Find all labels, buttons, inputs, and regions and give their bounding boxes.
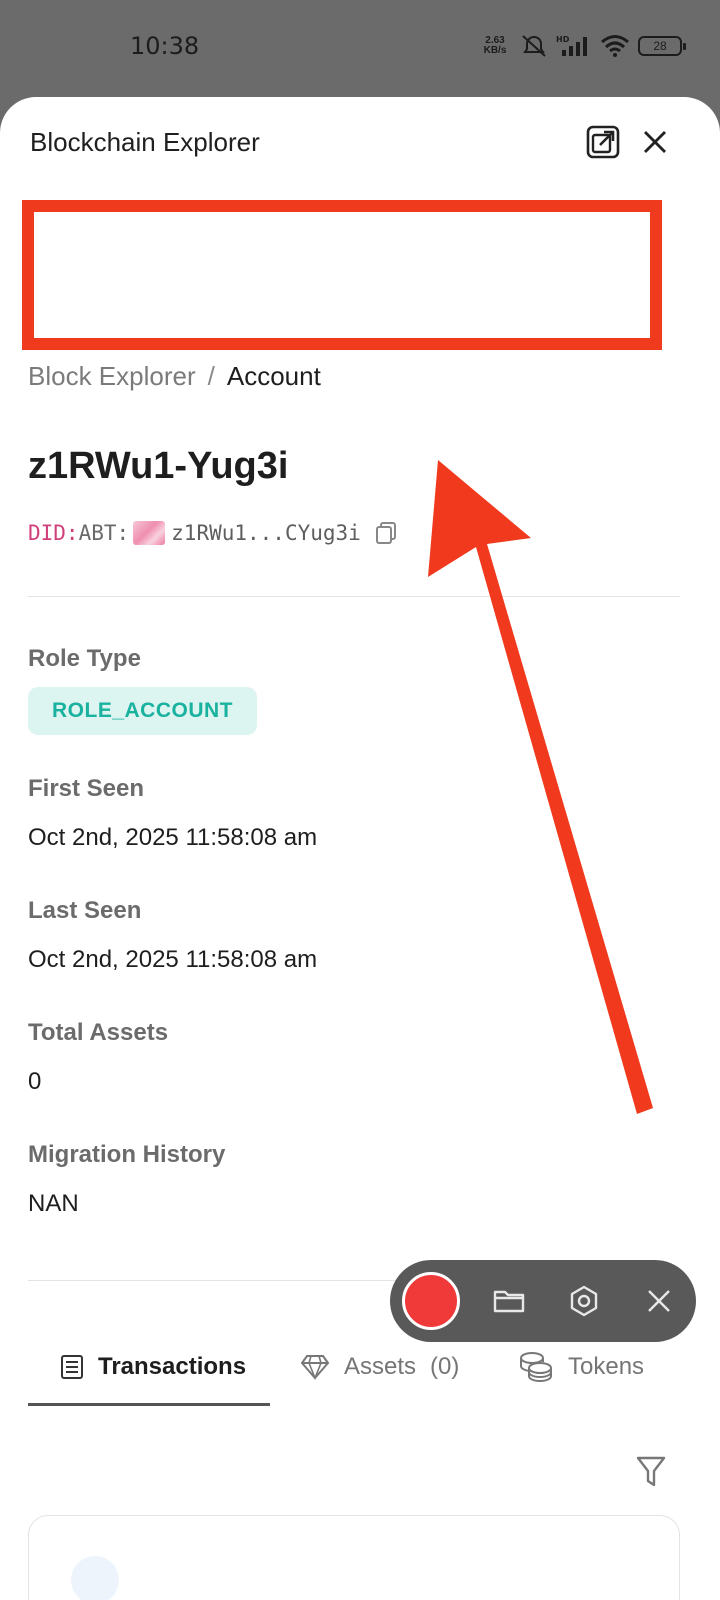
status-time: 10:38 bbox=[130, 32, 200, 60]
did-method: ABT: bbox=[78, 521, 130, 545]
settings-icon[interactable] bbox=[567, 1284, 601, 1318]
hd-signal-icon: HD bbox=[556, 35, 587, 56]
list-icon bbox=[61, 1355, 83, 1379]
copy-icon[interactable] bbox=[375, 521, 397, 545]
close-icon[interactable] bbox=[640, 127, 670, 157]
migration-history-value: NAN bbox=[28, 1190, 79, 1217]
breadcrumb-separator: / bbox=[207, 361, 215, 391]
transaction-card[interactable] bbox=[28, 1515, 680, 1600]
tab-assets-label: Assets bbox=[344, 1353, 417, 1380]
divider bbox=[28, 596, 680, 597]
coins-icon bbox=[520, 1352, 552, 1383]
filter-icon[interactable] bbox=[636, 1455, 666, 1489]
battery-icon: 28 bbox=[638, 36, 686, 56]
did-prefix: DID: bbox=[28, 521, 79, 545]
folder-icon[interactable] bbox=[492, 1284, 526, 1318]
tab-active-indicator bbox=[28, 1403, 270, 1406]
tab-tokens-label: Tokens bbox=[568, 1353, 645, 1380]
network-speed: 2.63 KB/s bbox=[483, 35, 507, 56]
role-type-label: Role Type bbox=[28, 645, 141, 672]
total-assets-label: Total Assets bbox=[28, 1019, 169, 1046]
total-assets-value: 0 bbox=[28, 1068, 42, 1095]
role-type-badge: ROLE_ACCOUNT bbox=[28, 687, 258, 735]
breadcrumb-current: Account bbox=[226, 361, 321, 391]
breadcrumb: Block Explorer / Account bbox=[28, 361, 321, 392]
sheet-title: Blockchain Explorer bbox=[30, 127, 260, 157]
close-icon[interactable] bbox=[642, 1284, 676, 1318]
status-icons: 2.63 KB/s HD 28 bbox=[478, 34, 686, 58]
tab-transactions-label: Transactions bbox=[98, 1353, 247, 1380]
last-seen-label: Last Seen bbox=[28, 897, 142, 924]
account-name: z1RWu1-Yug3i bbox=[28, 445, 289, 487]
first-seen-label: First Seen bbox=[28, 775, 145, 802]
breadcrumb-root-link[interactable]: Block Explorer bbox=[28, 361, 196, 391]
record-icon[interactable] bbox=[402, 1272, 460, 1330]
blockchain-explorer-sheet: Blockchain Explorer Block Explorer / Accou… bbox=[0, 97, 720, 1600]
open-external-icon[interactable] bbox=[586, 125, 620, 159]
mute-alert-icon bbox=[522, 35, 546, 57]
last-seen-value: Oct 2nd, 2025 11:58:08 am bbox=[28, 946, 318, 973]
did-address-row: DID: ABT: z1RWu1...CYug3i bbox=[28, 521, 397, 545]
status-bar: 10:38 2.63 KB/s HD 28 bbox=[0, 0, 720, 96]
avatar bbox=[71, 1556, 119, 1600]
did-avatar bbox=[133, 521, 166, 545]
diamond-icon bbox=[300, 1355, 330, 1380]
tab-transactions[interactable]: Transactions bbox=[60, 1329, 246, 1405]
annotation-highlight-box bbox=[22, 200, 662, 350]
migration-history-label: Migration History bbox=[28, 1141, 226, 1168]
tab-assets-count: (0) bbox=[430, 1353, 460, 1380]
svg-text:HD: HD bbox=[556, 35, 570, 44]
screen-recorder-bar bbox=[390, 1260, 696, 1342]
did-address: z1RWu1...CYug3i bbox=[171, 521, 361, 545]
wifi-icon bbox=[601, 35, 629, 57]
first-seen-value: Oct 2nd, 2025 11:58:08 am bbox=[28, 824, 318, 851]
